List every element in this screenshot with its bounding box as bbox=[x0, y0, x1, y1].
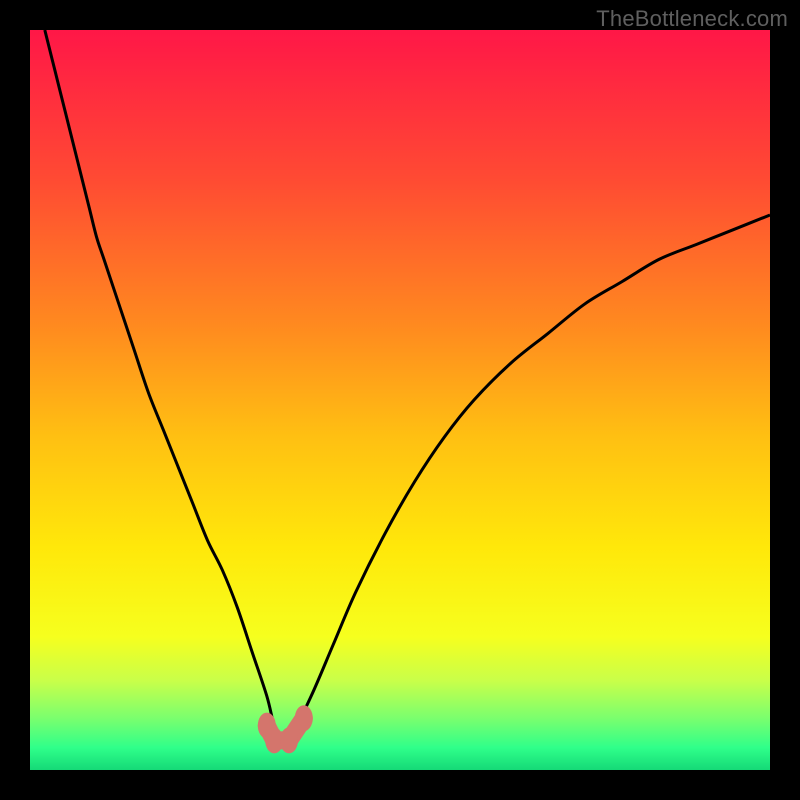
curve-marker bbox=[280, 727, 298, 753]
chart-frame: TheBottleneck.com bbox=[0, 0, 800, 800]
gradient-background bbox=[30, 30, 770, 770]
curve-marker bbox=[295, 705, 313, 731]
plot-area bbox=[30, 30, 770, 770]
watermark-label: TheBottleneck.com bbox=[596, 6, 788, 32]
chart-canvas bbox=[30, 30, 770, 770]
